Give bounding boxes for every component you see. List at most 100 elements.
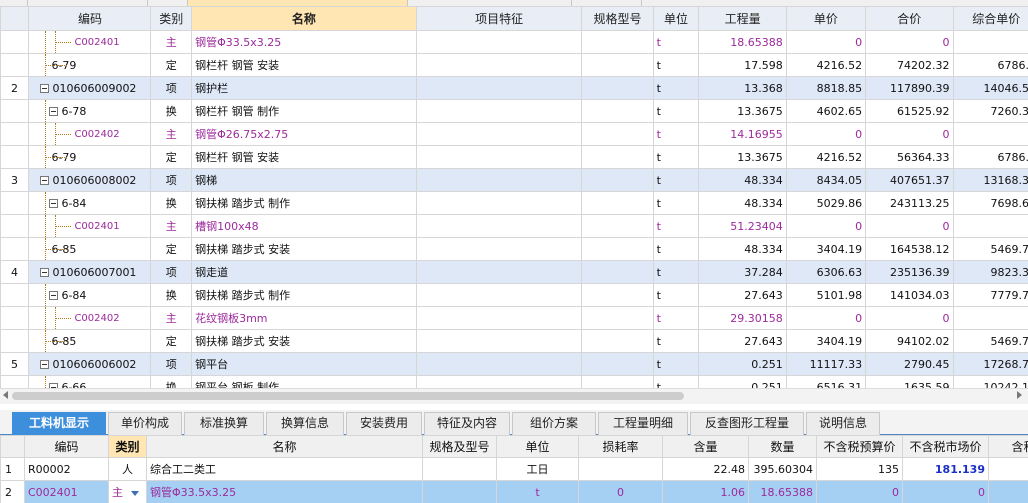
collapse-minus-icon[interactable] bbox=[40, 175, 50, 185]
name-cell[interactable]: 钢扶梯 踏步式 安装 bbox=[191, 329, 417, 353]
unit-price-cell[interactable] bbox=[952, 214, 1028, 238]
type-cell[interactable]: 项 bbox=[150, 352, 193, 376]
qty-cell[interactable]: 13.3675 bbox=[698, 99, 787, 123]
price-cell[interactable]: 0 bbox=[785, 122, 867, 146]
table-row[interactable]: 3 010606008002 项钢梯 t 48.334 8434.05 407651.37 1… bbox=[0, 168, 1028, 192]
type-cell[interactable]: 换 bbox=[150, 191, 193, 215]
collapse-minus-icon[interactable] bbox=[49, 106, 59, 116]
spec-cell[interactable] bbox=[581, 191, 654, 215]
total-cell[interactable]: 141034.03 bbox=[865, 283, 954, 307]
res-col-loss[interactable]: 损耗率 bbox=[578, 435, 663, 458]
price-cell[interactable]: 5029.86 bbox=[785, 191, 867, 215]
table-row[interactable]: C002402 主钢管Φ26.75x2.75 t 14.16955 0 0 bbox=[0, 122, 1028, 146]
spec-cell[interactable] bbox=[581, 329, 654, 353]
resource-type[interactable]: 人 bbox=[108, 457, 147, 481]
feature-cell[interactable] bbox=[415, 76, 583, 100]
col-header-name[interactable]: 名称 bbox=[191, 6, 417, 31]
type-cell[interactable]: 主 bbox=[150, 122, 193, 146]
unit-cell[interactable]: t bbox=[652, 76, 700, 100]
collapse-minus-icon[interactable] bbox=[40, 359, 50, 369]
feature-cell[interactable] bbox=[415, 99, 583, 123]
unit-cell[interactable]: t bbox=[652, 352, 700, 376]
tab-conversion-info[interactable]: 换算信息 bbox=[266, 412, 344, 435]
type-cell[interactable]: 项 bbox=[150, 260, 193, 284]
code-cell[interactable]: 6-66 bbox=[28, 375, 152, 388]
resource-qty[interactable]: 395.60304 bbox=[748, 457, 817, 481]
price-cell[interactable]: 8818.85 bbox=[785, 76, 867, 100]
table-row[interactable]: 6-84 换钢扶梯 踏步式 制作 t 27.643 5101.98 141034.03 77… bbox=[0, 283, 1028, 307]
feature-cell[interactable] bbox=[415, 168, 583, 192]
code-cell[interactable]: C002402 bbox=[28, 306, 152, 330]
code-cell[interactable]: C002401 bbox=[28, 214, 152, 238]
price-cell[interactable]: 11117.33 bbox=[785, 352, 867, 376]
res-col-tax[interactable]: 含税市 bbox=[988, 435, 1028, 458]
tab-standard-conversion[interactable]: 标准换算 bbox=[184, 412, 264, 435]
collapse-minus-icon[interactable] bbox=[40, 83, 50, 93]
code-cell[interactable]: 6-79 bbox=[28, 53, 152, 77]
feature-cell[interactable] bbox=[415, 260, 583, 284]
resource-name[interactable]: 综合工二类工 bbox=[146, 457, 423, 481]
price-cell[interactable]: 0 bbox=[785, 30, 867, 54]
res-col-content[interactable]: 含量 bbox=[662, 435, 749, 458]
col-header-code[interactable]: 编码 bbox=[28, 6, 152, 31]
res-col-code[interactable]: 编码 bbox=[24, 435, 109, 458]
unit-price-cell[interactable] bbox=[952, 306, 1028, 330]
spec-cell[interactable] bbox=[581, 168, 654, 192]
unit-price-cell[interactable]: 6786.7 bbox=[952, 145, 1028, 169]
col-header-total[interactable]: 合价 bbox=[865, 6, 954, 31]
qty-cell[interactable]: 48.334 bbox=[698, 168, 787, 192]
total-cell[interactable]: 243113.25 bbox=[865, 191, 954, 215]
resource-loss[interactable] bbox=[578, 457, 663, 481]
resource-unit[interactable]: t bbox=[496, 480, 579, 503]
tab-installation-fee[interactable]: 安装费用 bbox=[346, 412, 422, 435]
name-cell[interactable]: 钢栏杆 钢管 安装 bbox=[191, 145, 417, 169]
code-cell[interactable]: 010606007001 bbox=[28, 260, 152, 284]
unit-price-cell[interactable] bbox=[952, 122, 1028, 146]
scroll-left-arrow-icon[interactable] bbox=[3, 391, 8, 399]
resource-name[interactable]: 钢管Φ33.5x3.25 bbox=[146, 480, 423, 503]
price-cell[interactable]: 5101.98 bbox=[785, 283, 867, 307]
spec-cell[interactable] bbox=[581, 260, 654, 284]
type-cell[interactable]: 定 bbox=[150, 329, 193, 353]
type-cell[interactable]: 主 bbox=[150, 30, 193, 54]
total-cell[interactable]: 0 bbox=[865, 306, 954, 330]
qty-cell[interactable]: 29.30158 bbox=[698, 306, 787, 330]
feature-cell[interactable] bbox=[415, 145, 583, 169]
resource-budget-price[interactable]: 0 bbox=[816, 480, 903, 503]
tab-pricing-scheme[interactable]: 组价方案 bbox=[512, 412, 596, 435]
feature-cell[interactable] bbox=[415, 214, 583, 238]
qty-cell[interactable]: 37.284 bbox=[698, 260, 787, 284]
qty-cell[interactable]: 13.368 bbox=[698, 76, 787, 100]
qty-cell[interactable]: 27.643 bbox=[698, 283, 787, 307]
table-row[interactable]: 6-85 定钢扶梯 踏步式 安装 t 27.643 3404.19 94102.02 546… bbox=[0, 329, 1028, 353]
feature-cell[interactable] bbox=[415, 53, 583, 77]
code-cell[interactable]: C002402 bbox=[28, 122, 152, 146]
scroll-right-arrow-icon[interactable] bbox=[1017, 391, 1022, 399]
table-row[interactable]: C002401 主槽钢100x48 t 51.23404 0 0 bbox=[0, 214, 1028, 238]
price-cell[interactable]: 0 bbox=[785, 306, 867, 330]
code-cell[interactable]: C002401 bbox=[28, 30, 152, 54]
unit-price-cell[interactable]: 9823.38 bbox=[952, 260, 1028, 284]
name-cell[interactable]: 钢栏杆 钢管 安装 bbox=[191, 53, 417, 77]
feature-cell[interactable] bbox=[415, 283, 583, 307]
type-cell[interactable]: 定 bbox=[150, 237, 193, 261]
unit-cell[interactable]: t bbox=[652, 237, 700, 261]
collapse-minus-icon[interactable] bbox=[49, 198, 59, 208]
col-header-feature[interactable]: 项目特征 bbox=[415, 6, 583, 31]
spec-cell[interactable] bbox=[581, 99, 654, 123]
table-row[interactable]: 6-66 换钢平台 钢板 制作 t 0.251 6516.31 1635.59 10242.… bbox=[0, 375, 1028, 388]
unit-price-cell[interactable]: 7698.67 bbox=[952, 191, 1028, 215]
resource-row-selected[interactable]: 2 C002401 主 钢管Φ33.5x3.25 t 0 1.06 18.653… bbox=[0, 480, 1028, 503]
spec-cell[interactable] bbox=[581, 122, 654, 146]
total-cell[interactable]: 94102.02 bbox=[865, 329, 954, 353]
resource-row[interactable]: 1 R00002 人 综合工二类工 工日 22.48 395.60304 135… bbox=[0, 457, 1028, 481]
resource-code[interactable]: C002401 bbox=[24, 480, 109, 503]
unit-cell[interactable]: t bbox=[652, 329, 700, 353]
name-cell[interactable]: 钢扶梯 踏步式 制作 bbox=[191, 191, 417, 215]
price-cell[interactable]: 6306.63 bbox=[785, 260, 867, 284]
col-header-qty[interactable]: 工程量 bbox=[698, 6, 787, 31]
res-col-spec[interactable]: 规格及型号 bbox=[422, 435, 497, 458]
unit-price-cell[interactable]: 7779.74 bbox=[952, 283, 1028, 307]
tab-description-info[interactable]: 说明信息 bbox=[806, 412, 880, 435]
table-row[interactable]: 4 010606007001 项钢走道 t 37.284 6306.63 235136.39… bbox=[0, 260, 1028, 284]
